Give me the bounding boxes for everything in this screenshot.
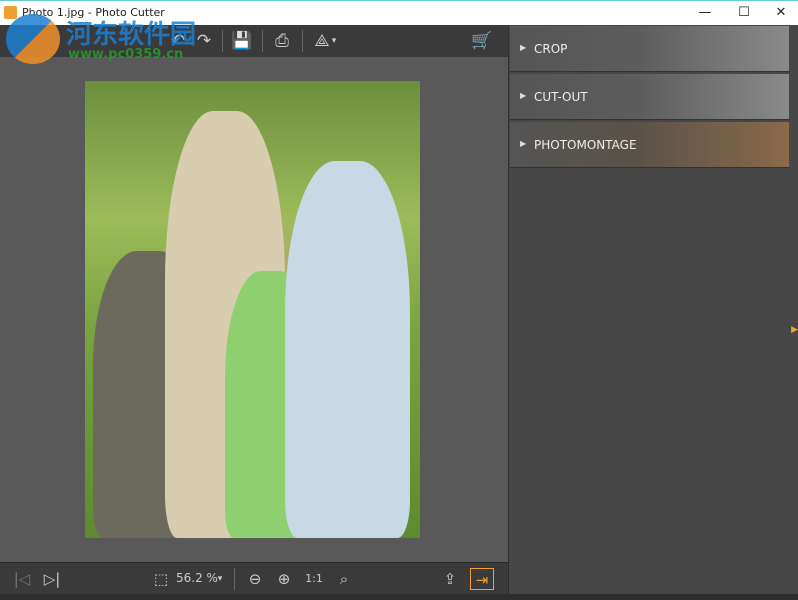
print-icon[interactable]: ⎙ — [270, 29, 294, 53]
panel-cut-out[interactable]: ▶ CUT-OUT — [510, 74, 789, 120]
canvas — [0, 57, 508, 562]
save-icon[interactable]: 💾 — [230, 29, 254, 53]
panel-label: CUT-OUT — [534, 90, 588, 104]
divider — [302, 30, 303, 52]
app-icon — [4, 6, 17, 19]
zoom-level[interactable]: 56.2 % — [176, 571, 218, 585]
toggle-panel-icon[interactable]: ⇥ — [470, 568, 494, 590]
close-button[interactable]: ✕ — [766, 4, 796, 22]
zoom-out-icon[interactable]: ⊖ — [243, 568, 267, 590]
panel-crop[interactable]: ▶ CROP — [510, 26, 789, 72]
panel-label: CROP — [534, 42, 568, 56]
bottom-bar: |◁ ▷| ⬚ 56.2 % ▾ ⊖ ⊕ 1:1 ⌕ ⇪ ⇥ — [0, 562, 508, 594]
minimize-button[interactable]: — — [690, 4, 720, 22]
photo-image[interactable] — [85, 81, 420, 538]
divider — [234, 568, 235, 590]
divider — [262, 30, 263, 52]
first-image-button[interactable]: |◁ — [10, 568, 34, 590]
fit-frame-icon[interactable]: ⬚ — [150, 568, 172, 590]
expand-arrow-icon: ▶ — [520, 43, 527, 52]
panel-photomontage[interactable]: ▶ PHOTOMONTAGE — [510, 122, 789, 168]
actual-size-button[interactable]: 1:1 — [301, 568, 327, 590]
share-dropdown-icon[interactable]: ▾ — [328, 29, 340, 53]
zoom-fit-icon[interactable]: ⌕ — [332, 568, 356, 590]
expand-arrow-icon: ▶ — [520, 91, 527, 100]
watermark-text: 河东软件园 — [66, 20, 197, 50]
side-panel: ▶ CROP ▶ CUT-OUT ▶ PHOTOMONTAGE ▶ — [508, 25, 798, 594]
maximize-button[interactable]: ☐ — [729, 4, 759, 22]
expand-arrow-icon: ▶ — [520, 139, 527, 148]
watermark-logo — [6, 14, 60, 64]
zoom-dropdown-icon[interactable]: ▾ — [214, 568, 226, 590]
collapse-handle-icon[interactable]: ▶ — [791, 325, 798, 335]
divider — [222, 30, 223, 52]
status-strip — [0, 594, 798, 600]
panel-label: PHOTOMONTAGE — [534, 138, 637, 152]
next-image-button[interactable]: ▷| — [40, 568, 64, 590]
export-icon[interactable]: ⇪ — [438, 568, 462, 590]
cart-icon[interactable]: 🛒 — [470, 29, 494, 53]
watermark-url: www.pc0359.cn — [68, 47, 184, 62]
zoom-in-icon[interactable]: ⊕ — [272, 568, 296, 590]
